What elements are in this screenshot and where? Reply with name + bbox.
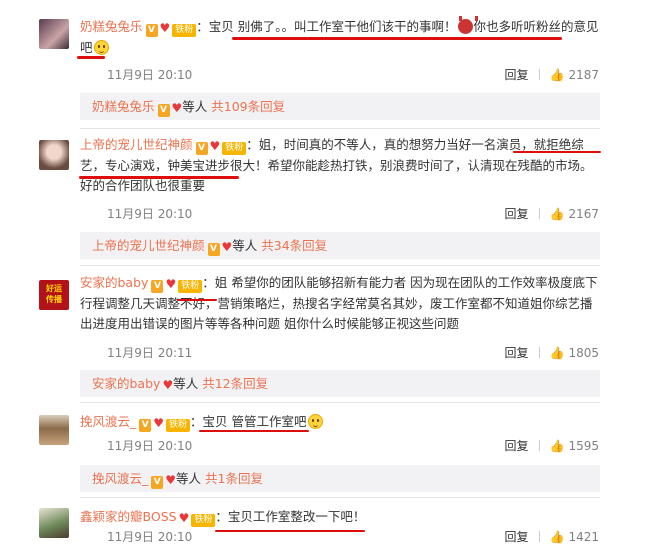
comment-time: 11月9日 20:10 [107,439,193,453]
comment-meta: 11月9日 20:10 回复 👍 2167 [107,205,599,223]
comment-meta: 11月9日 20:11 回复 👍 1805 [107,344,599,362]
comment-text: 挽风渡云_ V ♥ 铁粉 ：宝贝 管管工作室吧 [80,412,599,433]
heart-icon: ♥ [178,511,190,525]
verified-icon: V [139,419,152,432]
comment-username[interactable]: 挽风渡云_ [80,414,136,429]
reply-summary-suffix: 等人 [232,238,258,253]
like-count: 1595 [568,439,599,453]
avatar[interactable] [39,415,69,445]
annotation-underline [215,530,365,532]
comment-meta: 11月9日 20:10 回复 👍 1595 [107,437,599,455]
comment-text: 上帝的宠儿世纪神颜 V ♥ 铁粉 ：姐，时间真的不等人，真的想努力当好一名演员，就拒绝综… [80,135,599,196]
reply-summary-username[interactable]: 奶糕兔兔乐 [92,99,155,114]
comment-meta: 11月9日 20:10 回复 👍 2187 [107,66,599,84]
divider [80,128,600,129]
divider [538,208,540,219]
divider [538,531,540,542]
comment-username[interactable]: 上帝的宠儿世纪神颜 [80,137,193,152]
heart-icon: ♥ [159,21,171,35]
heart-icon: ♥ [165,473,177,487]
verified-icon: V [195,142,208,155]
annotation-underline [513,151,601,153]
reply-summary: 上帝的宠儿世纪神颜 V ♥等人 共34条回复 [80,232,600,259]
devil-emoji-icon [457,16,478,34]
comment-time: 11月9日 20:11 [107,346,193,360]
view-replies-link[interactable]: 共109条回复 [211,99,285,114]
divider [538,440,540,451]
comment-time: 11月9日 20:10 [107,207,193,221]
like-count: 2187 [568,68,599,82]
reply-summary: 挽风渡云_ V ♥等人 共1条回复 [80,465,600,492]
thumbs-up-icon[interactable]: 👍 [550,68,565,82]
comment-time: 11月9日 20:10 [107,530,193,544]
heart-icon: ♥ [153,416,165,430]
fan-badge: 铁粉 [178,280,203,293]
reply-summary: 安家的baby ♥等人 共12条回复 [80,370,600,397]
reply-button[interactable]: 回复 [504,66,528,83]
divider [538,69,540,80]
verified-icon: V [151,280,164,293]
like-count: 1421 [568,530,599,544]
reply-summary: 奶糕兔兔乐 V ♥等人 共109条回复 [80,93,600,120]
like-count: 1805 [568,346,599,360]
comment-username[interactable]: 安家的baby [80,275,148,290]
heart-icon: ♥ [209,139,221,153]
fan-badge: 铁粉 [172,24,197,37]
comment-body: ：宝贝 别佛了。。叫工作室干他们该干的事啊！ [196,19,457,34]
thumbs-up-icon[interactable]: 👍 [550,207,565,221]
comment-body: ：宝贝 管管工作室吧 [190,414,307,429]
heart-icon: ♥ [171,101,183,115]
divider [80,402,600,403]
thumbs-up-icon[interactable]: 👍 [550,439,565,453]
view-replies-link[interactable]: 共12条回复 [202,376,268,391]
view-replies-link[interactable]: 共1条回复 [205,471,263,486]
reply-button[interactable]: 回复 [504,437,528,454]
comment-feed: 奶糕兔兔乐 V ♥ 铁粉 ：宝贝 别佛了。。叫工作室干他们该干的事啊！ 你也多听听粉丝的意… [27,0,605,545]
reply-summary-username[interactable]: 上帝的宠儿世纪神颜 [92,238,205,253]
heart-icon: ♥ [221,240,233,254]
reply-summary-username[interactable]: 挽风渡云_ [92,471,148,486]
avatar[interactable]: 好运 传播 [39,280,69,310]
comment-body: ：宝贝工作室整改一下吧！ [215,509,366,524]
reply-button[interactable]: 回复 [504,205,528,222]
verified-icon: V [145,24,158,37]
verified-icon: V [151,476,164,489]
comment-text: 安家的baby V ♥ 铁粉 ：姐 希望你的团队能够招新有能力者 因为现在团队的工作效率… [80,273,599,334]
annotation-underline [77,56,105,59]
reply-summary-suffix: 等人 [173,376,199,391]
like-count: 2167 [568,207,599,221]
smile-emoji-icon [307,414,323,429]
comment-username[interactable]: 鑫颖家的瓣BOSS [80,509,177,524]
annotation-underline [177,299,217,301]
annotation-underline [79,176,239,179]
divider [538,347,540,358]
reply-summary-suffix: 等人 [176,471,202,486]
divider [80,265,600,266]
view-replies-link[interactable]: 共34条回复 [261,238,327,253]
comment-time: 11月9日 20:10 [107,68,193,82]
reply-summary-suffix: 等人 [182,99,208,114]
fan-badge: 铁粉 [222,142,247,155]
reply-button[interactable]: 回复 [504,344,528,361]
annotation-underline [199,430,309,432]
fan-badge: 铁粉 [191,514,216,527]
reply-button[interactable]: 回复 [504,528,528,545]
heart-icon: ♥ [165,277,177,291]
fan-badge: 铁粉 [166,419,191,432]
reply-summary-username[interactable]: 安家的baby [92,376,160,391]
annotation-underline [232,37,562,40]
thumbs-up-icon[interactable]: 👍 [550,530,565,544]
comment-text: 鑫颖家的瓣BOSS ♥ 铁粉 ：宝贝工作室整改一下吧！ [80,507,599,528]
divider [80,497,600,498]
verified-icon: V [157,104,170,117]
thumbs-up-icon[interactable]: 👍 [550,346,565,360]
comment-username[interactable]: 奶糕兔兔乐 [80,19,143,34]
avatar[interactable] [39,140,69,170]
avatar[interactable] [39,19,69,49]
verified-icon: V [207,243,220,256]
smile-emoji-icon [93,40,109,55]
heart-icon: ♥ [162,378,174,392]
avatar[interactable] [39,508,69,538]
